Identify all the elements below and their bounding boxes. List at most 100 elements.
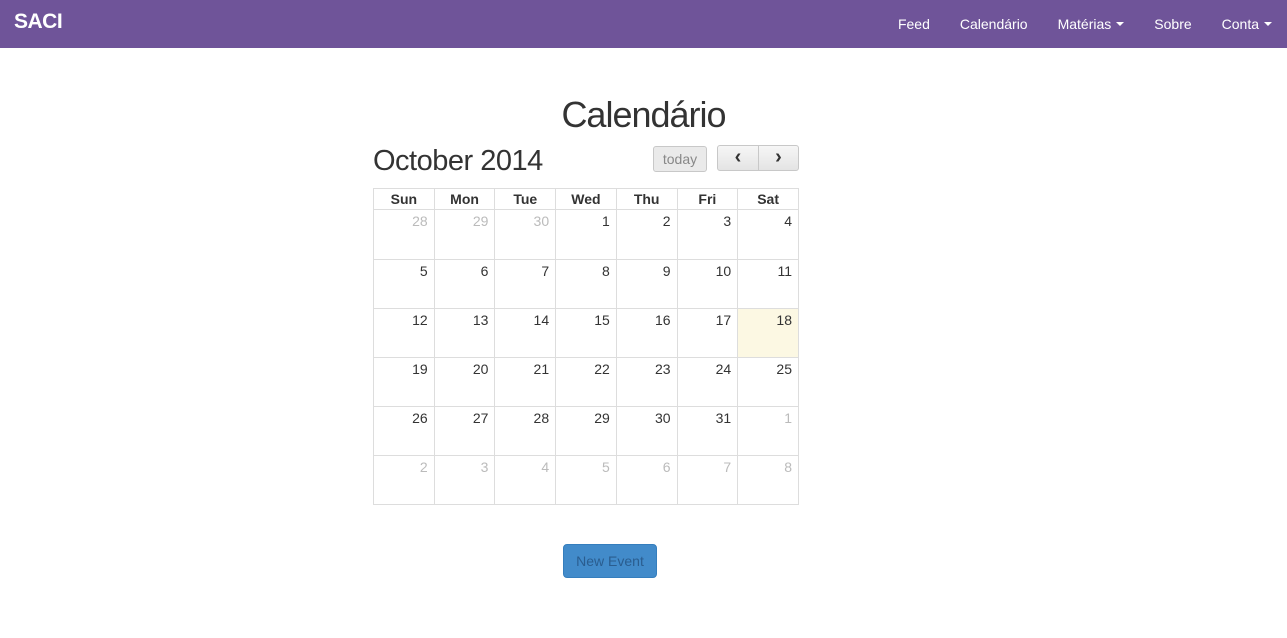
nav-item-feed[interactable]: Feed	[883, 0, 945, 48]
day-number: 13	[472, 312, 489, 328]
next-month-button[interactable]: ›	[758, 145, 799, 171]
calendar-day-cell[interactable]: 27	[433, 406, 496, 456]
calendar-day-cell[interactable]: 30	[615, 406, 678, 456]
day-number: 23	[654, 361, 671, 377]
day-number: 15	[594, 312, 610, 328]
calendar-day-cell[interactable]: 3	[676, 209, 739, 260]
day-number: 21	[533, 361, 550, 377]
day-number: 25	[776, 361, 792, 377]
calendar-day-cell[interactable]: 5	[373, 259, 435, 309]
calendar-day-cell[interactable]: 4	[494, 455, 557, 505]
weekday-header: Tue	[494, 188, 557, 210]
nav-item-sobre[interactable]: Sobre	[1139, 0, 1206, 48]
day-number: 4	[541, 459, 550, 475]
day-number: 3	[723, 213, 732, 229]
calendar-day-cell[interactable]: 21	[494, 357, 557, 407]
calendar-day-cell[interactable]: 2	[373, 455, 435, 505]
calendar-day-cell[interactable]: 4	[737, 209, 799, 260]
day-number: 26	[412, 410, 428, 426]
day-number: 14	[533, 312, 550, 328]
calendar-day-cell[interactable]: 3	[433, 455, 496, 505]
calendar-day-cell[interactable]: 8	[737, 455, 799, 505]
nav-item-materias[interactable]: Matérias	[1043, 0, 1140, 48]
calendar-day-cell[interactable]: 13	[433, 308, 496, 358]
day-number: 19	[412, 361, 428, 377]
day-number: 1	[602, 213, 610, 229]
day-number: 10	[715, 263, 732, 279]
brand-logo[interactable]: SACI	[14, 10, 63, 34]
day-number: 1	[784, 410, 792, 426]
prev-month-button[interactable]: ‹	[717, 145, 759, 171]
weekday-header: Sat	[737, 188, 799, 210]
weekday-header: Wed	[555, 188, 617, 210]
nav-item-label: Conta	[1221, 16, 1259, 32]
calendar-day-cell[interactable]: 1	[555, 209, 617, 260]
nav-item-conta[interactable]: Conta	[1207, 0, 1287, 48]
calendar-day-cell-today[interactable]: 18	[737, 308, 799, 358]
nav-item-label: Matérias	[1057, 16, 1112, 32]
calendar-day-cell[interactable]: 28	[494, 406, 557, 456]
calendar-day-cell[interactable]: 1	[737, 406, 799, 456]
nav-item-calendario[interactable]: Calendário	[945, 0, 1043, 48]
calendar-day-cell[interactable]: 11	[737, 259, 799, 309]
day-number: 30	[654, 410, 671, 426]
calendar-day-cell[interactable]: 22	[555, 357, 617, 407]
weekday-header: Sun	[373, 188, 435, 210]
calendar-day-cell[interactable]: 23	[615, 357, 678, 407]
nav-item-label: Feed	[897, 16, 930, 32]
calendar-day-cell[interactable]: 17	[676, 308, 739, 358]
day-number: 7	[723, 459, 732, 475]
calendar-day-cell[interactable]: 25	[737, 357, 799, 407]
calendar-day-cell[interactable]: 29	[433, 209, 496, 260]
day-number: 17	[715, 312, 732, 328]
day-number: 2	[662, 213, 671, 229]
day-number: 22	[594, 361, 610, 377]
day-number: 24	[715, 361, 732, 377]
calendar-day-cell[interactable]: 28	[373, 209, 435, 260]
calendar-day-cell[interactable]: 19	[373, 357, 435, 407]
caret-down-icon	[1264, 22, 1272, 26]
day-number: 6	[662, 459, 671, 475]
top-navbar: SACI Feed Calendário Matérias Sobre Cont…	[0, 0, 1287, 48]
calendar-day-cell[interactable]: 15	[555, 308, 617, 358]
new-event-button[interactable]: New Event	[563, 544, 657, 578]
calendar-day-cell[interactable]: 6	[433, 259, 496, 309]
calendar-day-cell[interactable]: 5	[555, 455, 617, 505]
calendar-week-row: 19 20 21 22 23 24 25	[373, 357, 799, 407]
calendar-month-title: October 2014	[373, 145, 543, 177]
calendar-day-cell[interactable]: 30	[494, 209, 557, 260]
calendar-day-cell[interactable]: 31	[676, 406, 739, 456]
day-number: 28	[412, 213, 428, 229]
today-button[interactable]: today	[653, 146, 707, 172]
calendar-day-cell[interactable]: 12	[373, 308, 435, 358]
day-number: 29	[594, 410, 610, 426]
calendar-week-row: 26 27 28 29 30 31 1	[373, 406, 799, 456]
calendar-day-cell[interactable]: 29	[555, 406, 617, 456]
calendar-day-cell[interactable]: 10	[676, 259, 739, 309]
caret-down-icon	[1116, 22, 1125, 26]
day-number: 5	[602, 459, 610, 475]
calendar-day-cell[interactable]: 2	[615, 209, 678, 260]
calendar-day-cell[interactable]: 20	[433, 357, 496, 407]
weekday-header: Thu	[615, 188, 678, 210]
calendar-day-cell[interactable]: 8	[555, 259, 617, 309]
calendar-day-cell[interactable]: 9	[615, 259, 678, 309]
calendar-day-cell[interactable]: 14	[494, 308, 557, 358]
calendar-day-cell[interactable]: 24	[676, 357, 739, 407]
day-number: 18	[776, 312, 792, 328]
day-number: 12	[412, 312, 428, 328]
day-number: 11	[777, 263, 792, 279]
calendar-week-row: 12 13 14 15 16 17 18	[373, 308, 799, 358]
day-number: 28	[533, 410, 550, 426]
calendar-week-row: 28 29 30 1 2 3 4	[373, 209, 799, 260]
page-title: Calendário	[561, 94, 726, 135]
calendar-day-cell[interactable]: 7	[494, 259, 557, 309]
day-number: 2	[419, 459, 428, 475]
calendar-day-cell[interactable]: 26	[373, 406, 435, 456]
nav-item-label: Calendário	[959, 16, 1028, 32]
calendar-day-cell[interactable]: 7	[676, 455, 739, 505]
calendar-week-row: 5 6 7 8 9 10 11	[373, 259, 799, 309]
calendar-day-cell[interactable]: 16	[615, 308, 678, 358]
day-number: 9	[662, 263, 671, 279]
calendar-day-cell[interactable]: 6	[615, 455, 678, 505]
